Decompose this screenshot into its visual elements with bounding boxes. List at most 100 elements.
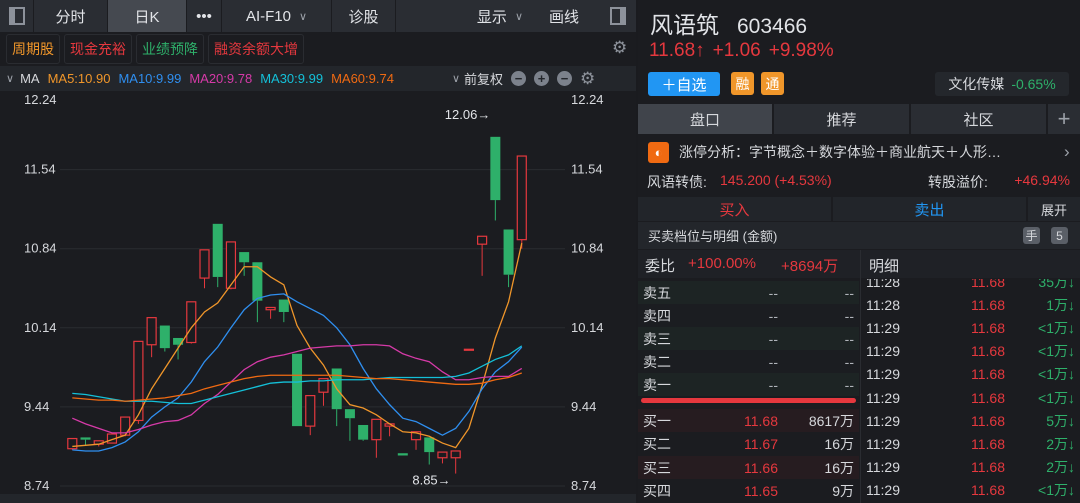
level-label: 卖五 bbox=[643, 284, 671, 301]
candle-body bbox=[516, 155, 527, 241]
y-tick-label-left: 8.74 bbox=[24, 478, 49, 493]
tab-order-book[interactable]: 盘口 bbox=[638, 104, 774, 134]
ask-row[interactable]: 卖四 -- -- bbox=[638, 304, 859, 327]
details-title: 明细 bbox=[869, 258, 900, 275]
sidebar-toggle-right[interactable] bbox=[599, 0, 636, 32]
ask-volume: -- bbox=[844, 353, 854, 370]
gear-icon[interactable]: ⚙ bbox=[612, 38, 627, 58]
bid-row[interactable]: 买四 11.65 9万 bbox=[638, 479, 859, 503]
minus-icon[interactable]: − bbox=[511, 71, 527, 86]
bid-row[interactable]: 买二 11.67 16万 bbox=[638, 432, 859, 456]
add-tab-button[interactable]: + bbox=[1048, 104, 1080, 134]
candle-body bbox=[186, 301, 197, 344]
trade-detail-row: 11:29 11.68 2万↓ bbox=[860, 456, 1080, 479]
level-label: 买四 bbox=[643, 483, 671, 499]
margin-badge[interactable]: 融 bbox=[731, 72, 754, 95]
y-tick-label-right: 8.74 bbox=[571, 478, 596, 493]
candle-body bbox=[292, 353, 303, 427]
draw-button[interactable]: 画线 bbox=[529, 0, 599, 32]
trade-volume: 2万↓ bbox=[1046, 435, 1075, 452]
candle-body bbox=[278, 299, 289, 312]
trade-price: 11.68 bbox=[971, 319, 1005, 336]
candle-body bbox=[344, 409, 355, 419]
bid-volume: 9万 bbox=[832, 483, 854, 499]
tab-intraday[interactable]: 分时 bbox=[34, 0, 108, 32]
plus-icon[interactable]: + bbox=[534, 71, 550, 86]
level-label: 卖三 bbox=[643, 330, 671, 347]
candle-body bbox=[463, 348, 474, 351]
adjust-dropdown[interactable]: 前复权 bbox=[464, 69, 503, 88]
chart-toolbar: 分时 日K ••• AI-F10 ∨ 诊股 显示 ∨ 画线 bbox=[0, 0, 636, 32]
kline-chart[interactable]: 12.24 12.24 11.54 11.54 10.84 10.84 10.14 10.14… bbox=[0, 90, 636, 503]
candle-body bbox=[252, 262, 263, 301]
connect-badge[interactable]: 通 bbox=[761, 72, 784, 95]
display-dropdown[interactable]: 显示 ∨ bbox=[396, 0, 529, 32]
trade-price: 11.68 bbox=[971, 366, 1005, 383]
level-label: 卖一 bbox=[643, 376, 671, 393]
trade-detail-row: 11:29 11.68 <1万↓ bbox=[860, 363, 1080, 386]
candle-body bbox=[490, 136, 501, 201]
ai-f10-label: AI-F10 bbox=[245, 7, 291, 25]
chevron-right-icon: › bbox=[1064, 142, 1070, 161]
tab-recommend[interactable]: 推荐 bbox=[774, 104, 911, 134]
ma-label[interactable]: MA bbox=[20, 71, 40, 86]
tag-cyclical[interactable]: 周期股 bbox=[6, 34, 60, 64]
ask-row[interactable]: 卖一 -- -- bbox=[638, 373, 859, 396]
tab-daily-k[interactable]: 日K bbox=[108, 0, 187, 32]
ma5-value: MA5:10.90 bbox=[47, 71, 111, 86]
panel-left-icon bbox=[8, 7, 25, 25]
trade-detail-row: 11:28 11.68 1万↓ bbox=[860, 293, 1080, 316]
level-label: 买三 bbox=[643, 459, 671, 476]
ma60-value: MA60:9.74 bbox=[331, 71, 394, 86]
gear-icon[interactable]: ⚙ bbox=[580, 69, 595, 89]
more-button[interactable]: ••• bbox=[187, 0, 222, 32]
trade-price: 11.68 bbox=[971, 459, 1005, 476]
tab-ai-f10[interactable]: AI-F10 ∨ bbox=[222, 0, 332, 32]
y-tick-label-left: 10.84 bbox=[24, 241, 57, 256]
candle-body bbox=[305, 395, 316, 427]
sell-button[interactable]: 卖出 bbox=[833, 197, 1026, 221]
tag-margin-increase[interactable]: 融资余额大增 bbox=[208, 34, 304, 64]
bid-row[interactable]: 买一 11.68 8617万 bbox=[638, 409, 859, 432]
ratio-label: 委比 bbox=[645, 258, 676, 275]
trade-detail-row: 11:29 11.68 5万↓ bbox=[860, 409, 1080, 432]
chevron-down-icon[interactable]: ∨ bbox=[6, 72, 14, 85]
tag-earnings-decline[interactable]: 业绩预降 bbox=[136, 34, 204, 64]
trade-detail-row: 11:29 11.68 <1万↓ bbox=[860, 316, 1080, 339]
trade-time: 11:29 bbox=[866, 389, 900, 406]
candle-body bbox=[503, 229, 514, 275]
tag-cash-rich[interactable]: 现金充裕 bbox=[64, 34, 132, 64]
expand-button[interactable]: 展开 bbox=[1028, 197, 1080, 221]
trade-detail-row: 11:29 11.68 <1万↓ bbox=[860, 386, 1080, 409]
minus-icon[interactable]: − bbox=[557, 71, 573, 86]
ask-volume: -- bbox=[844, 330, 854, 347]
ask-row[interactable]: 卖三 -- -- bbox=[638, 327, 859, 350]
trade-price: 11.68 bbox=[971, 343, 1005, 360]
tab-community[interactable]: 社区 bbox=[911, 104, 1048, 134]
sector-chip[interactable]: 文化传媒 -0.65% bbox=[935, 72, 1069, 96]
trade-time: 11:28 bbox=[866, 296, 900, 313]
limit-up-analysis[interactable]: ◐ 涨停分析：字节概念＋数字体验＋商业航天＋人形… › bbox=[638, 138, 1080, 166]
candle-body bbox=[358, 424, 369, 440]
tab-diagnosis[interactable]: 诊股 bbox=[332, 0, 396, 32]
sidebar-toggle-left[interactable] bbox=[0, 0, 34, 32]
bid-price: 11.68 bbox=[744, 412, 778, 429]
buy-button[interactable]: 买入 bbox=[638, 197, 831, 221]
ratio-diff: +8694万 bbox=[781, 258, 839, 275]
ask-row[interactable]: 卖五 -- -- bbox=[638, 281, 859, 304]
chevron-down-icon: ∨ bbox=[451, 73, 460, 85]
candle-body bbox=[146, 317, 157, 346]
trade-volume: <1万↓ bbox=[1038, 319, 1075, 336]
volume-header-strip bbox=[0, 494, 636, 503]
ask-volume: -- bbox=[844, 307, 854, 324]
bid-volume: 8617万 bbox=[808, 412, 854, 429]
sector-pct: -0.65% bbox=[1011, 76, 1056, 92]
add-watchlist-button[interactable]: ＋自选 bbox=[648, 72, 720, 96]
limit-up-text: 涨停分析：字节概念＋数字体验＋商业航天＋人形… bbox=[679, 144, 1001, 160]
ask-row[interactable]: 卖二 -- -- bbox=[638, 350, 859, 373]
trade-volume: 1万↓ bbox=[1046, 296, 1075, 313]
bid-row[interactable]: 买三 11.66 16万 bbox=[638, 456, 859, 479]
lot-unit-toggle[interactable]: 手 bbox=[1023, 227, 1040, 244]
depth-level-toggle[interactable]: 5 bbox=[1051, 227, 1068, 244]
trade-volume: <1万↓ bbox=[1038, 389, 1075, 406]
